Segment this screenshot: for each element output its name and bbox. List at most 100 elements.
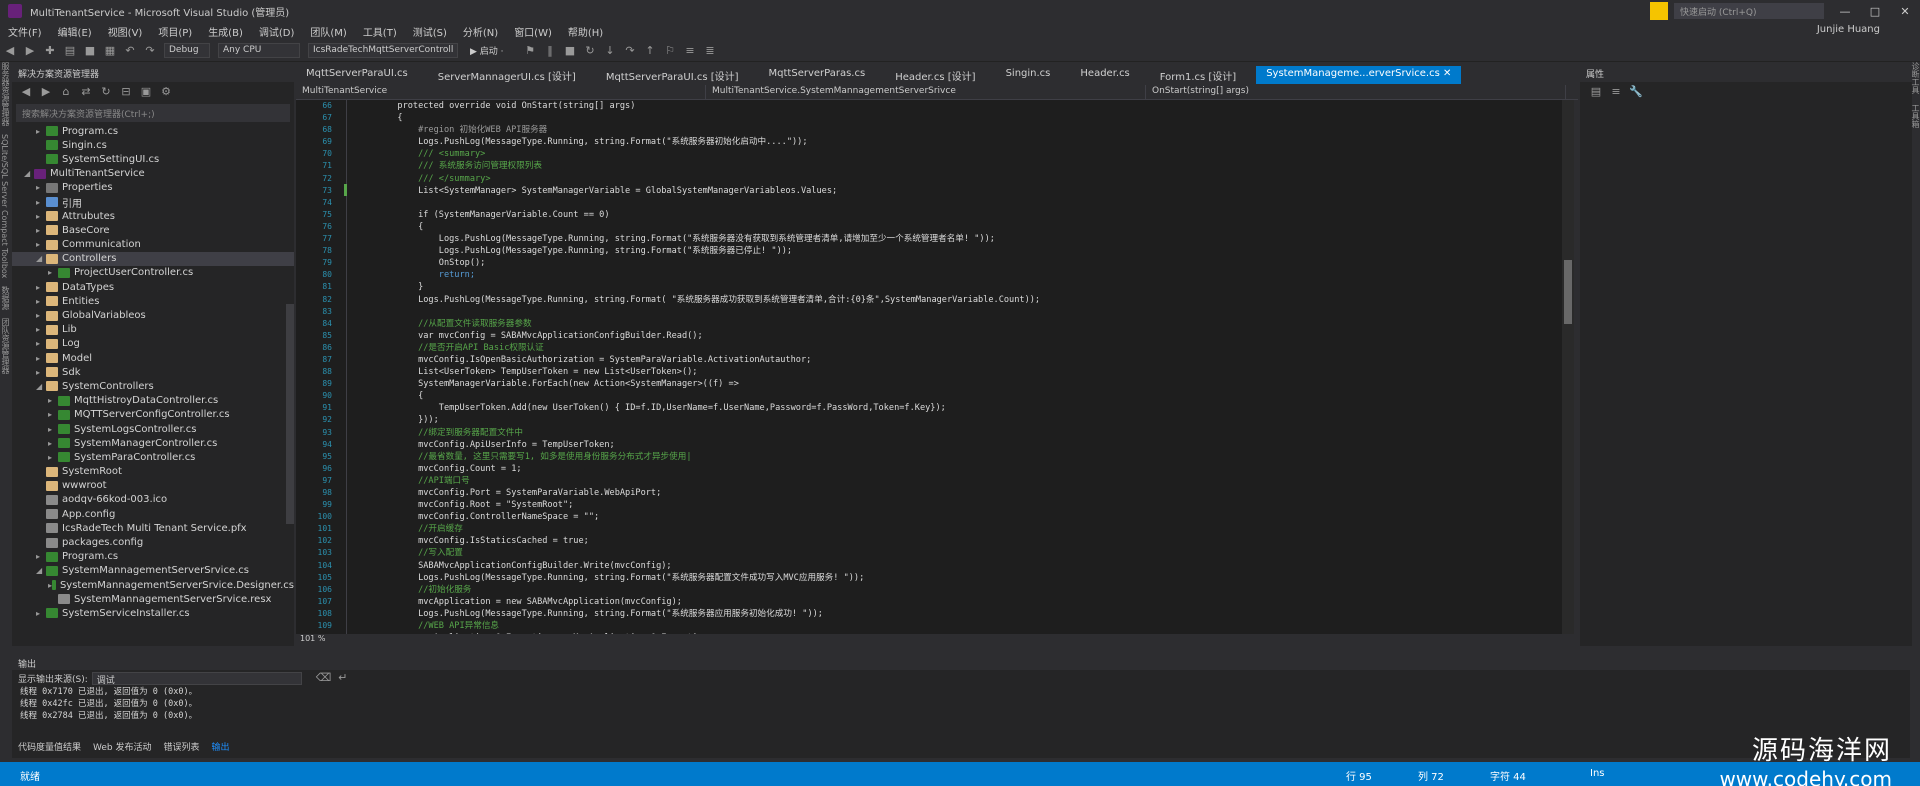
code-editor[interactable]: 66 67 68 69 70 71 72 73 74 75 76 77 78 79 80 81 82 83 84 85… [296,100,1568,634]
bookmark-icon[interactable]: ⚐ [663,44,677,58]
code-line[interactable]: //初始化服务 [356,584,1546,596]
code-line[interactable]: TempUserToken.Add(new UserToken() { ID=f… [356,402,1546,414]
output-source-select[interactable]: 调试 [91,671,302,686]
redo-icon[interactable]: ↷ [143,44,157,58]
tree-item[interactable]: ▸ Properties [12,181,294,195]
code-line[interactable]: /// <summary> [356,148,1546,160]
code-line[interactable]: /// 系统服务访问管理权限列表 [356,160,1546,172]
menu-window[interactable]: 窗口(W) [506,24,560,39]
menu-analyze[interactable]: 分析(N) [455,24,506,39]
tree-item[interactable]: ▸ Entities [12,294,294,308]
properties-icon[interactable]: ⚙ [159,85,173,99]
expand-arrow-icon[interactable]: ▸ [36,127,46,136]
tree-item[interactable]: ▸ Program.cs [12,550,294,564]
platform-select[interactable]: Any CPU [218,43,300,58]
home-icon[interactable]: ⌂ [59,85,73,99]
step-into-icon[interactable]: ↓ [603,44,617,58]
sync-icon[interactable]: ⇄ [79,85,93,99]
code-line[interactable]: } [356,281,1546,293]
save-all-icon[interactable]: ▦ [103,44,117,58]
code-line[interactable]: { [356,112,1546,124]
tree-item[interactable]: ◢ Controllers [12,251,294,266]
code-line[interactable]: //开启缓存 [356,523,1546,535]
expand-arrow-icon[interactable]: ▸ [48,410,58,419]
document-tab[interactable]: SystemManageme...erverSrvice.cs ✕ [1256,66,1462,84]
tree-item[interactable]: ▸ SystemLogsController.cs [12,422,294,436]
code-line[interactable]: { [356,390,1546,402]
sqlite-toolbox-tab[interactable]: SQLite/SQL Server Compact Toolbox [0,134,9,278]
menu-file[interactable]: 文件(F) [0,24,50,39]
code-line[interactable]: mvcConfig.Root = "SystemRoot"; [356,499,1546,511]
tree-item[interactable]: ▸ Program.cs [12,124,294,138]
document-tab[interactable]: MqttServerParaUI.cs [设计] [596,66,749,84]
expand-arrow-icon[interactable]: ▸ [36,198,46,207]
notification-filter-icon[interactable] [1650,2,1668,20]
editor-scroll-thumb[interactable] [1564,260,1572,324]
tree-item[interactable]: aodqv-66kod-003.ico [12,493,294,507]
menu-debug[interactable]: 调试(D) [251,24,303,39]
code-line[interactable]: //绑定到服务器配置文件中 [356,427,1546,439]
code-line[interactable]: //WEB API异常信息 [356,620,1546,632]
code-line[interactable]: mvcConfig.IsOpenBasicAuthorization = Sys… [356,354,1546,366]
solution-scrollbar[interactable] [286,304,294,524]
code-line[interactable]: SystemManagerVariable.ForEach(new Action… [356,378,1546,390]
tree-item[interactable]: ▸ Log [12,337,294,351]
tree-item[interactable]: ▸ SystemServiceInstaller.cs [12,606,294,620]
tree-item[interactable]: ▸ MqttHistroyDataController.cs [12,394,294,408]
menu-edit[interactable]: 编辑(E) [50,24,100,39]
expand-arrow-icon[interactable]: ▸ [36,212,46,221]
document-tab[interactable]: Header.cs [1070,66,1139,84]
expand-arrow-icon[interactable]: ▸ [36,609,46,618]
code-line[interactable]: List<SystemManager> SystemManagerVariabl… [356,185,1546,197]
quick-launch-input[interactable]: 快速启动 (Ctrl+Q) [1674,3,1824,19]
undo-icon[interactable]: ↶ [123,44,137,58]
configuration-select[interactable]: Debug [164,43,210,58]
restart-icon[interactable]: ↻ [583,44,597,58]
tree-item[interactable]: ▸ MQTTServerConfigController.cs [12,408,294,422]
code-line[interactable]: #region 初始化WEB API服务器 [356,124,1546,136]
document-tab[interactable]: Header.cs [设计] [885,66,985,84]
tree-item[interactable]: Singin.cs [12,138,294,152]
save-icon[interactable]: ■ [83,44,97,58]
code-line[interactable]: Logs.PushLog(MessageType.Running, string… [356,136,1546,148]
code-line[interactable]: /// </summary> [356,173,1546,185]
menu-help[interactable]: 帮助(H) [560,24,611,39]
code-line[interactable]: mvcConfig.ControllerNameSpace = ""; [356,511,1546,523]
expand-arrow-icon[interactable]: ▸ [36,283,46,292]
code-line[interactable]: //从配置文件读取服务器参数 [356,318,1546,330]
tree-item[interactable]: SystemMannagementServerSrvice.resx [12,592,294,606]
team-explorer-tab[interactable]: 团队资源管理器 [0,318,11,374]
property-pages-icon[interactable]: 🔧 [1629,85,1643,99]
menu-test[interactable]: 测试(S) [405,24,455,39]
tree-item[interactable]: ◢ SystemMannagementServerSrvice.cs [12,564,294,578]
tree-item[interactable]: ▸ Model [12,351,294,365]
code-line[interactable]: Logs.PushLog(MessageType.Running, string… [356,233,1546,245]
show-all-files-icon[interactable]: ▣ [139,85,153,99]
tree-item[interactable]: wwwroot [12,479,294,493]
data-sources-tab[interactable]: 数据源 [0,286,11,310]
tree-item[interactable]: SystemSettingUI.cs [12,152,294,166]
tree-item[interactable]: SystemRoot [12,465,294,479]
editor-scrollbar[interactable] [1562,100,1574,634]
code-line[interactable]: //是否开启API Basic权限认证 [356,342,1546,354]
code-line[interactable]: mvcConfig.Count = 1; [356,463,1546,475]
expand-arrow-icon[interactable]: ▸ [48,453,58,462]
type-dropdown[interactable]: MultiTenantService.SystemMannagementServ… [706,84,1146,99]
maximize-button[interactable]: □ [1860,5,1890,18]
user-name[interactable]: Junjie Huang [1817,24,1880,35]
code-line[interactable]: })); [356,414,1546,426]
expand-arrow-icon[interactable]: ▸ [36,354,46,363]
code-line[interactable] [356,197,1546,209]
code-line[interactable]: var mvcConfig = SABAMvcApplicationConfig… [356,330,1546,342]
tree-item[interactable]: ▸ Sdk [12,365,294,379]
tree-item[interactable]: ▸ Lib [12,323,294,337]
expand-arrow-icon[interactable]: ▸ [36,368,46,377]
tab-code-metrics[interactable]: 代码度量值结果 [12,739,87,754]
tree-item[interactable]: ▸ SystemMannagementServerSrvice.Designer.… [12,578,294,592]
server-explorer-tab[interactable]: 服务器资源管理器 [0,62,11,126]
back-icon[interactable]: ◀ [3,44,17,58]
tree-item[interactable]: ▸ Attrubutes [12,209,294,223]
menu-build[interactable]: 生成(B) [200,24,251,39]
stop-icon[interactable]: ■ [563,44,577,58]
expand-arrow-icon[interactable]: ▸ [36,311,46,320]
